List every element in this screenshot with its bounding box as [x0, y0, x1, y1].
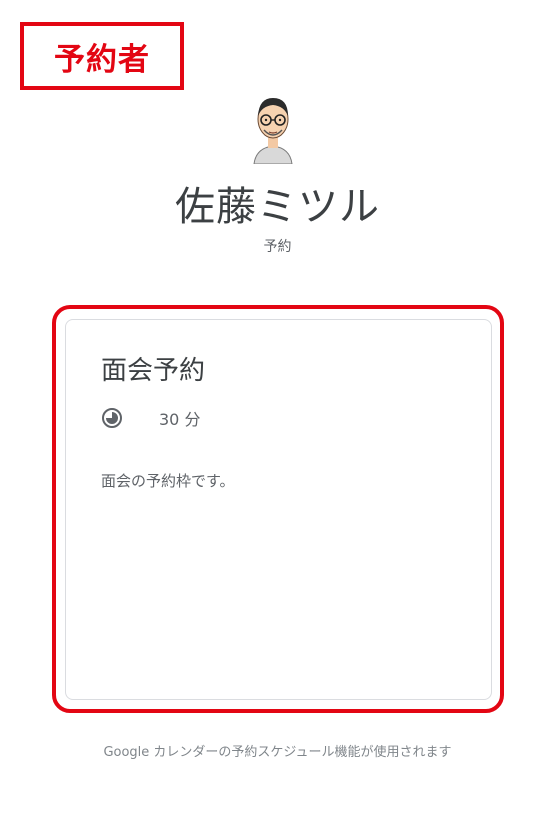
footer-note: Google カレンダーの予約スケジュール機能が使用されます	[103, 745, 452, 760]
clock-icon	[102, 408, 122, 428]
appointment-card[interactable]: 面会予約 30 分 面会の予約枠です。	[65, 319, 492, 700]
appointment-description: 面会の予約枠です。	[101, 472, 235, 490]
owner-name: 佐藤ミツル	[175, 184, 380, 230]
appointment-title: 面会予約	[101, 356, 206, 386]
role-label: 予約者	[20, 22, 184, 90]
duration-row: 30 分	[101, 406, 200, 430]
page-subtitle: 予約	[263, 239, 292, 255]
avatar-icon	[253, 98, 293, 165]
avatar	[250, 92, 296, 165]
duration-text: 30 分	[159, 410, 201, 429]
role-label-text: 予約者	[54, 41, 150, 78]
